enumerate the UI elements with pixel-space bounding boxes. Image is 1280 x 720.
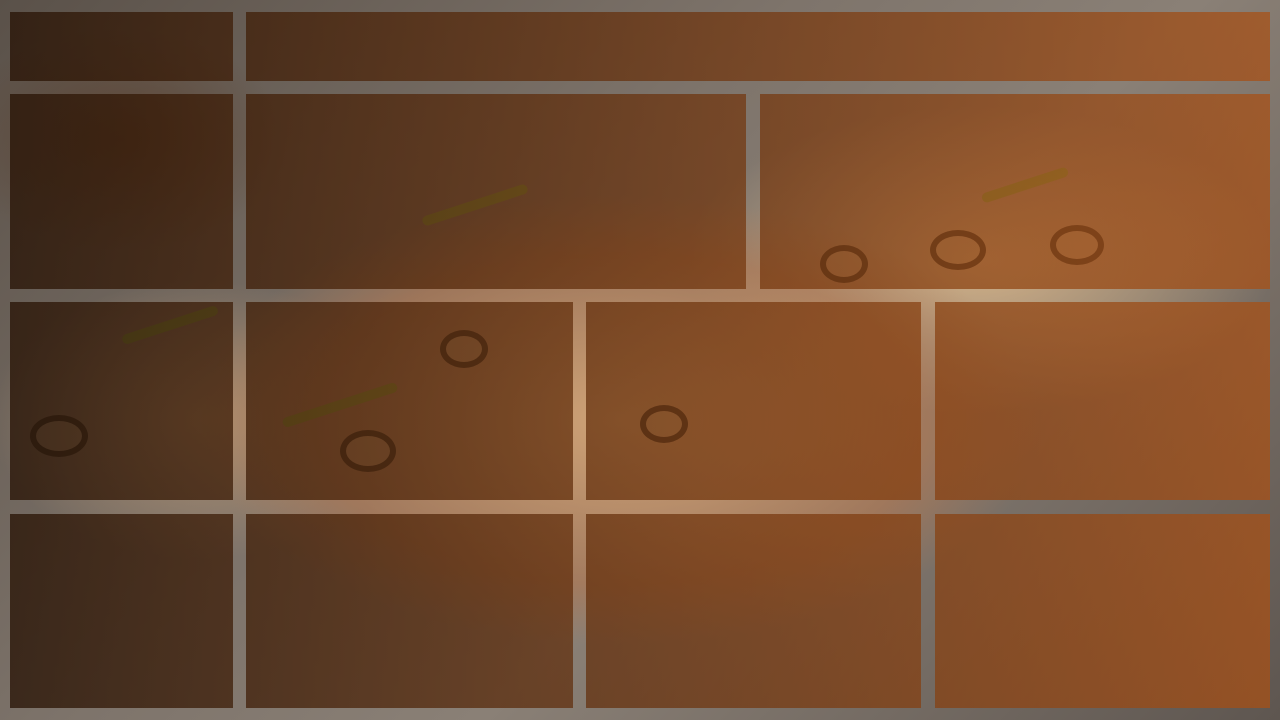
tile-r4-c2[interactable] [246,514,573,708]
tile-r1-c1[interactable] [10,12,233,81]
tile-r4-c4[interactable] [935,514,1270,708]
tile-r1-c2[interactable] [246,12,1270,81]
tile-r4-c1[interactable] [10,514,233,708]
tile-r2-c2[interactable] [246,94,746,289]
tile-r3-c4[interactable] [935,302,1270,500]
tile-r4-c3[interactable] [586,514,921,708]
tile-r3-c2[interactable] [246,302,573,500]
tile-r3-c3[interactable] [586,302,921,500]
tile-r3-c1[interactable] [10,302,233,500]
tile-r2-c1[interactable] [10,94,233,289]
tile-r2-c3[interactable] [760,94,1270,289]
